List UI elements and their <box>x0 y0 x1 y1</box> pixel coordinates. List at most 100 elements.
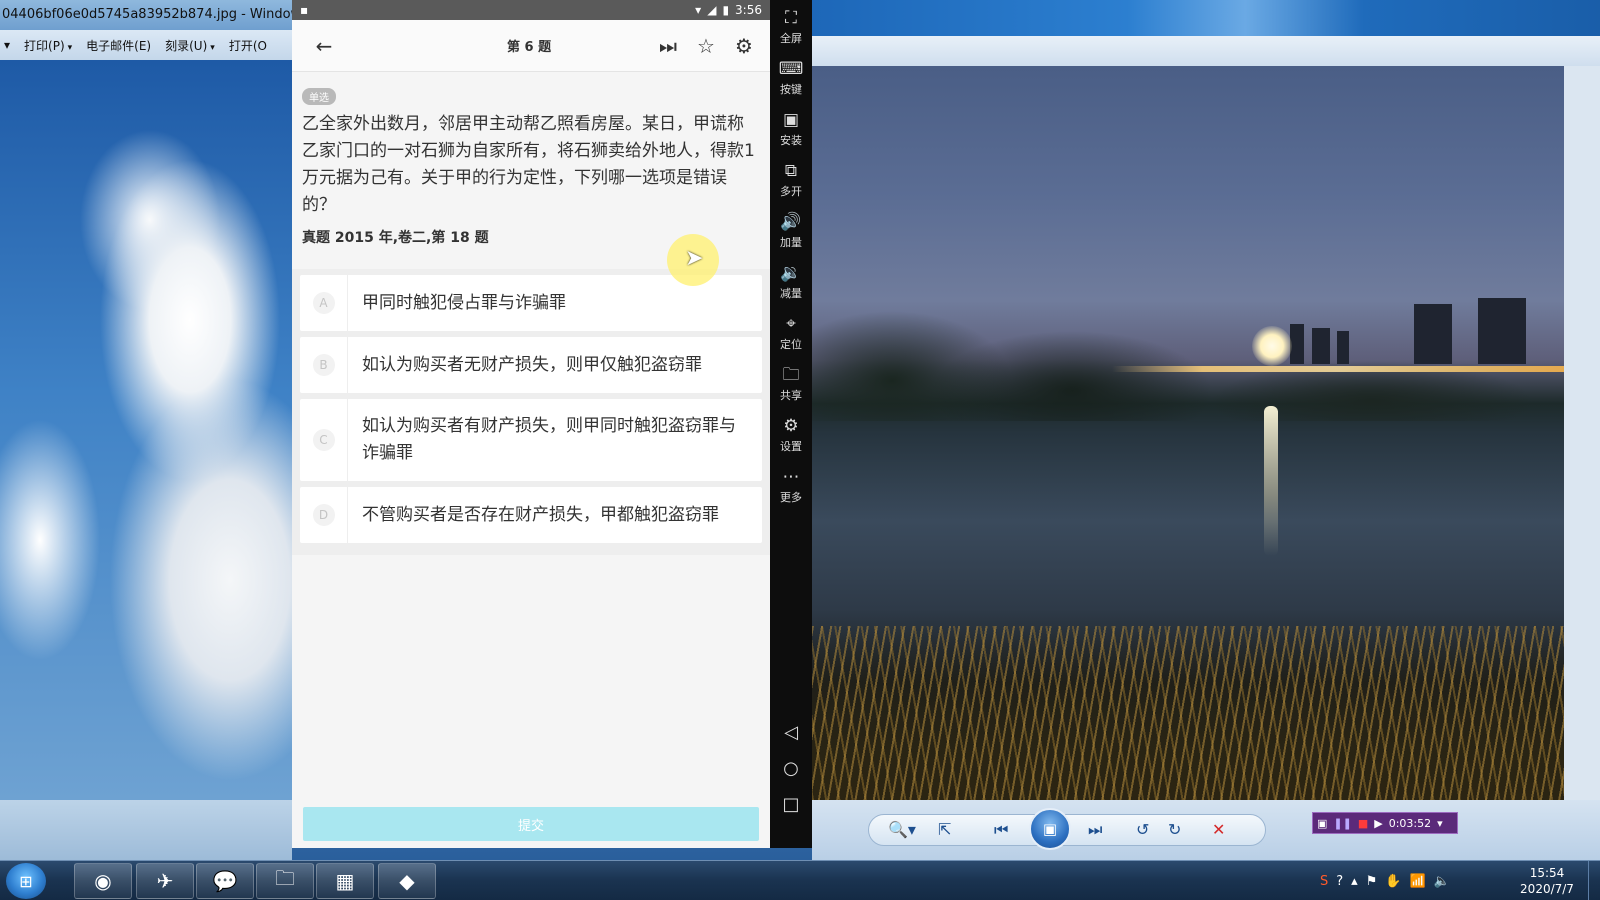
multi-instance-icon: ⧉ <box>784 161 798 181</box>
sidebar-fullscreen[interactable]: ⛶ 全屏 <box>770 8 812 46</box>
sidebar-label: 更多 <box>780 491 802 504</box>
taskbar: ⊞ ◉ ✈ 💬 🗀 ▦ ◆ S ? ▴ ⚑ ✋ 📶 🔈 15:54 2020/7… <box>0 860 1600 900</box>
back-arrow-icon[interactable]: ← <box>310 34 338 58</box>
menu-open[interactable]: 打开(O <box>229 37 267 54</box>
viewer-menubar: ▾ 打印(P) ▾ 电子邮件(E) 刻录(U) ▾ 打开(O <box>0 30 292 60</box>
chevron-down-icon[interactable]: ▾ <box>1437 817 1443 830</box>
viewer-titlebar[interactable] <box>812 0 1600 36</box>
security-icon[interactable]: ✋ <box>1385 874 1401 889</box>
sidebar-volume-up[interactable]: 🔊 加量 <box>770 212 812 250</box>
option-text: 如认为购买者有财产损失，则甲同时触犯盗窃罪与诈骗罪 <box>362 416 736 463</box>
menu-print[interactable]: 打印(P) ▾ <box>24 37 72 54</box>
help-icon[interactable]: ? <box>1336 874 1343 889</box>
android-home-icon[interactable]: ○ <box>770 758 812 779</box>
chrome-taskbar-icon[interactable]: ◉ <box>74 863 132 899</box>
option-text: 如认为购买者无财产损失，则甲仅触犯盗窃罪 <box>362 354 702 375</box>
menu-email[interactable]: 电子邮件(E) <box>86 37 151 54</box>
volume-icon[interactable]: 🔈 <box>1434 874 1450 889</box>
photo-viewer-taskbar-icon[interactable]: ▦ <box>316 863 374 899</box>
option-letter-cell: A <box>300 275 348 331</box>
sidebar-label: 加量 <box>780 236 802 249</box>
zoom-icon[interactable]: 🔍▾ <box>888 820 916 839</box>
photo-viewer-left-window[interactable]: 04406bf06e0d5745a83952b874.jpg - Windows… <box>0 0 292 860</box>
sidebar-share[interactable]: 🗀 共享 <box>770 365 812 403</box>
show-desktop-button[interactable] <box>1588 861 1600 900</box>
rotate-left-icon[interactable]: ↺ <box>1136 820 1149 839</box>
system-tray: S ? ▴ ⚑ ✋ 📶 🔈 <box>1320 861 1450 900</box>
battery-icon: ▮ <box>722 3 730 17</box>
keyboard-icon: ⌨ <box>778 59 804 79</box>
recording-time: 0:03:52 <box>1388 816 1432 830</box>
app-taskbar-icon[interactable]: ◆ <box>378 863 436 899</box>
option-letter-cell: D <box>300 487 348 543</box>
android-recents-icon[interactable]: □ <box>770 794 812 815</box>
clock-date: 2020/7/7 <box>1520 882 1574 896</box>
sidebar-more[interactable]: ⋯ 更多 <box>770 467 812 505</box>
reeds <box>812 626 1564 800</box>
option-letter-cell: B <box>300 337 348 393</box>
menu-caret-icon[interactable]: ▾ <box>4 38 10 52</box>
folder-icon: 🗀 <box>782 365 800 385</box>
menu-print-label: 打印(P) <box>24 38 65 53</box>
building <box>1478 298 1526 364</box>
sky-photo <box>0 60 292 800</box>
pause-icon[interactable]: ❚❚ <box>1333 817 1351 830</box>
building <box>1414 304 1452 364</box>
play-icon[interactable]: ▶ <box>1374 817 1382 830</box>
viewer-controls-bar <box>812 800 1600 860</box>
sidebar-settings[interactable]: ⚙ 设置 <box>770 416 812 454</box>
moon-reflection <box>1264 406 1278 556</box>
menu-burn-label: 刻录(U) <box>165 38 208 53</box>
fullscreen-icon: ⛶ <box>785 8 797 28</box>
more-icon: ⋯ <box>782 467 800 487</box>
start-button[interactable]: ⊞ <box>6 863 46 899</box>
sidebar-label: 安装 <box>780 134 802 147</box>
flag-icon[interactable]: ⚑ <box>1366 874 1378 889</box>
volume-down-icon: 🔉 <box>780 263 802 283</box>
building <box>1312 328 1330 364</box>
sidebar-label: 共享 <box>780 389 802 402</box>
sidebar-label: 减量 <box>780 287 802 300</box>
signal-icon: ◢ <box>707 3 717 17</box>
app-taskbar-icon[interactable]: ✈ <box>136 863 194 899</box>
option-d[interactable]: D 不管购买者是否存在财产损失，甲都触犯盗窃罪 <box>300 487 762 543</box>
stop-icon[interactable]: ■ <box>1358 817 1368 830</box>
volume-up-icon: 🔊 <box>780 212 802 232</box>
viewer-menubar <box>812 36 1600 66</box>
sidebar-location[interactable]: ⌖ 定位 <box>770 314 812 352</box>
delete-icon[interactable]: ✕ <box>1212 820 1225 839</box>
status-right: ▾ ◢ ▮ 3:56 <box>695 3 762 17</box>
option-text: 不管购买者是否存在财产损失，甲都触犯盗窃罪 <box>362 504 719 525</box>
input-method-icon[interactable]: S <box>1320 874 1328 889</box>
menu-burn[interactable]: 刻录(U) ▾ <box>165 37 215 54</box>
tray-expand-icon[interactable]: ▴ <box>1351 874 1358 889</box>
android-back-icon[interactable]: ◁ <box>770 722 812 743</box>
taskbar-clock[interactable]: 15:54 2020/7/7 <box>1512 865 1582 897</box>
mouse-pointer-icon: ➤ <box>685 246 704 271</box>
gear-icon: ⚙ <box>783 416 799 436</box>
rotate-right-icon[interactable]: ↻ <box>1168 820 1181 839</box>
slideshow-button[interactable]: ▣ <box>1029 808 1071 850</box>
window-title[interactable]: 04406bf06e0d5745a83952b874.jpg - Windows… <box>0 0 292 30</box>
phone-screen: ▪ ▾ ◢ ▮ 3:56 ← ⏭ ☆ ⚙ 第 6 题 单选 乙全家外出数月，邻居… <box>292 0 770 848</box>
network-icon[interactable]: 📶 <box>1410 874 1426 889</box>
explorer-taskbar-icon[interactable]: 🗀 <box>256 863 314 899</box>
gear-icon[interactable]: ⚙ <box>730 34 758 58</box>
wechat-taskbar-icon[interactable]: 💬 <box>196 863 254 899</box>
previous-icon[interactable]: ⏮ <box>994 820 1008 840</box>
star-icon[interactable]: ☆ <box>692 34 720 58</box>
sidebar-keys[interactable]: ⌨ 按键 <box>770 59 812 97</box>
sidebar-label: 多开 <box>780 185 802 198</box>
next-question-icon[interactable]: ⏭ <box>654 34 682 58</box>
sidebar-multi[interactable]: ⧉ 多开 <box>770 161 812 199</box>
sidebar-install[interactable]: ▣ 安装 <box>770 110 812 148</box>
option-b[interactable]: B 如认为购买者无财产损失，则甲仅触犯盗窃罪 <box>300 337 762 393</box>
next-icon[interactable]: ⏭ <box>1088 820 1102 840</box>
submit-button[interactable]: 提交 <box>303 807 759 841</box>
sidebar-volume-down[interactable]: 🔉 减量 <box>770 263 812 301</box>
clock-time: 15:54 <box>1529 866 1565 880</box>
option-letter: B <box>312 354 335 376</box>
photo-viewer-right-window[interactable] <box>812 0 1600 860</box>
option-c[interactable]: C 如认为购买者有财产损失，则甲同时触犯盗窃罪与诈骗罪 <box>300 399 762 481</box>
fit-window-icon[interactable]: ⇱ <box>938 820 951 839</box>
